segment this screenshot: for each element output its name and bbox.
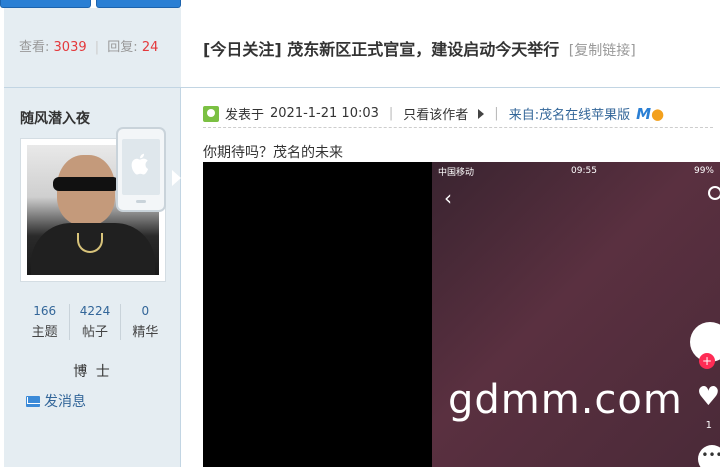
stats-divider: | [94,40,100,55]
thread-stats-box: 查看: 3039 | 回复: 24 [4,8,181,88]
posts-count[interactable]: 4224 帖子 [70,304,121,340]
views-label: 查看: [19,40,50,55]
more-icon[interactable]: ••• [698,445,720,467]
post-video[interactable]: 中国移动 09:55 99% ‹ gdmm.com + ♥ 1 ••• [203,162,720,467]
follow-plus-icon[interactable]: + [699,353,715,369]
online-status-icon [203,105,219,122]
post-meta: 发表于 2021-1-21 10:03 | 只看该作者 | 来自:茂名在线苹果版… [203,100,713,128]
apple-device-badge [116,127,166,212]
only-author-link[interactable]: 只看该作者 [403,104,468,123]
video-watermark: gdmm.com [448,377,683,423]
top-nav-button-2[interactable] [96,0,181,8]
author-name[interactable]: 随风潜入夜 [20,108,90,128]
send-message-label[interactable]: 发消息 [44,391,86,411]
digest-count[interactable]: 0 精华 [121,304,170,340]
meta-divider: | [494,106,499,121]
top-nav-button-1[interactable] [0,0,91,8]
count-value[interactable]: 4224 [70,304,119,318]
posted-time: 2021-1-21 10:03 [270,106,379,121]
thread-title: [今日关注] 茂东新区正式官宣，建设启动今天举行 [复制链接] [203,36,636,60]
send-message-link[interactable]: 发消息 [26,391,86,411]
thread-stats: 查看: 3039 | 回复: 24 [19,36,158,55]
replies-label: 回复: [107,40,138,55]
count-label: 帖子 [81,325,108,340]
like-count: 1 [705,420,712,431]
search-icon[interactable] [708,186,720,200]
carrier-label: 中国移动 [438,167,475,178]
replies-count: 24 [141,40,159,55]
popup-pointer [172,170,181,186]
thread-title-text: [今日关注] 茂东新区正式官宣，建设启动今天举行 [203,40,560,59]
posted-prefix: 发表于 [225,108,265,123]
count-label: 主题 [31,325,58,340]
author-counts: 166 主题 4224 帖子 0 精华 [20,304,170,340]
apple-icon [129,151,153,182]
video-frame[interactable]: 中国移动 09:55 99% ‹ gdmm.com + ♥ 1 ••• [432,162,720,467]
count-value[interactable]: 166 [20,304,69,318]
author-sidebar: 查看: 3039 | 回复: 24 随风潜入夜 166 主题 4224 帖子 0… [4,8,181,467]
app-logo-icon: M● [636,104,665,123]
meta-divider: | [388,106,394,121]
views-count: 3039 [53,40,87,55]
back-chevron-icon[interactable]: ‹ [444,186,452,210]
envelope-icon [26,395,40,407]
clock-label: 09:55 [571,166,597,176]
post-main: [今日关注] 茂东新区正式官宣，建设启动今天举行 [复制链接] 发表于 2021… [181,8,720,467]
copy-link-button[interactable]: [复制链接] [569,43,636,59]
threads-count[interactable]: 166 主题 [20,304,71,340]
post-body-text: 你期待吗？茂名的未来 [203,145,343,161]
play-triangle-icon[interactable] [478,108,485,119]
battery-label: 99% [693,166,714,176]
user-rank: 博 士 [73,364,112,380]
phone-status-bar: 中国移动 09:55 99% [432,162,720,180]
count-label: 精华 [132,325,159,340]
thread-title-bar: [今日关注] 茂东新区正式官宣，建设启动今天举行 [复制链接] [181,8,720,88]
count-value[interactable]: 0 [121,304,170,318]
post-source-link[interactable]: 来自:茂名在线苹果版 [509,104,630,123]
heart-icon[interactable]: ♥ [697,384,720,410]
